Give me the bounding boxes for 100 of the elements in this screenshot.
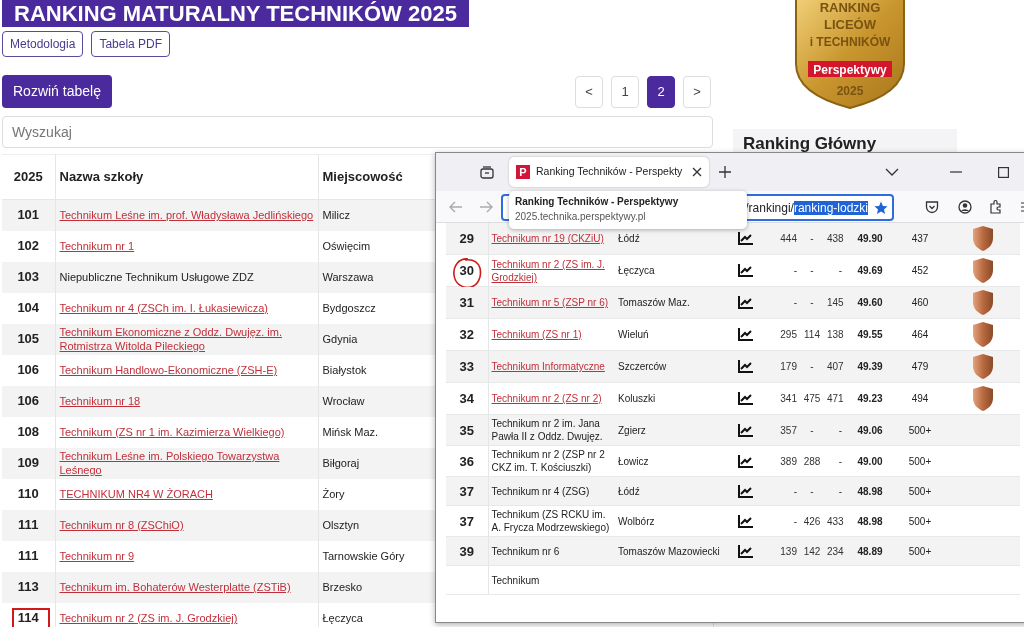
rank-number: 37 (459, 483, 474, 499)
school-name: Technikum nr 2 (ZSP nr 2 CKZ im. T. Kościuszki) (491, 449, 605, 473)
rank-value: 479 (911, 361, 929, 372)
score-value: 49.90 (857, 233, 883, 244)
stat-value: 433 (827, 515, 844, 527)
city-name: Żory (322, 488, 345, 500)
rank-number: 102 (17, 238, 40, 253)
school-name: Technikum nr 2 im. Jana Pawła II z Oddz. Dwujęz. (491, 418, 603, 442)
stat-value: - (793, 485, 797, 497)
stat-value: 288 (803, 455, 821, 467)
city-name: Milicz (322, 209, 350, 222)
city-name: Łęczyca (322, 612, 363, 624)
rank-number: 104 (17, 300, 40, 315)
rank-value: 500+ (908, 455, 932, 467)
score-value: 49.69 (857, 265, 883, 276)
tab-title: Ranking Techników - Perspekty (536, 164, 684, 180)
rank-number: 33 (459, 359, 474, 374)
panel-title: Ranking Główny (743, 133, 878, 155)
stat-value: - (810, 485, 814, 497)
stat-value: 341 (780, 393, 797, 404)
rank-number: 35 (459, 422, 474, 438)
city-name: Bydgoszcz (322, 302, 376, 314)
stat-value: - (810, 424, 814, 436)
rank-value: 500+ (908, 515, 932, 527)
page-title: RANKING MATURALNY TECHNIKÓW 2025 (2, 0, 469, 27)
city-name: Białystok (322, 364, 367, 376)
city-name: Łowicz (618, 455, 649, 467)
rank-number: 108 (17, 424, 40, 439)
city-name: Wieluń (618, 329, 649, 340)
city-name: Koluszki (618, 393, 656, 404)
stat-value: 145 (827, 297, 844, 308)
rank-number: 31 (459, 295, 474, 310)
favicon: P (516, 165, 530, 179)
rank-number: 32 (459, 327, 474, 342)
stat-value: 138 (827, 329, 844, 340)
rank-number: 114 (17, 610, 39, 625)
rank-number: 29 (459, 231, 474, 246)
rank-number: 30 (459, 263, 474, 278)
stat-value: - (838, 455, 842, 467)
rank-number: 101 (17, 207, 40, 223)
score-value: 49.60 (857, 297, 883, 308)
score-value: 48.98 (857, 485, 883, 497)
tooltip-url: 2025.technika.perspektywy.pl (515, 210, 647, 224)
rank-number: 111 (18, 517, 39, 532)
score-value: 48.98 (857, 515, 883, 527)
school-name: Niepubliczne Technikum Usługowe ZDZ (59, 271, 254, 283)
rank-number: 34 (459, 391, 474, 406)
stat-value: - (838, 485, 842, 497)
stat-value: 179 (780, 361, 797, 372)
score-value: 49.00 (857, 455, 883, 467)
rank-number: 37 (459, 513, 474, 529)
stat-value: 426 (803, 515, 821, 527)
rank-value: 437 (911, 233, 929, 244)
stat-value: 142 (803, 545, 821, 557)
rank-number: 39 (459, 543, 474, 559)
city-name: Gdynia (322, 333, 358, 345)
stat-value: - (810, 361, 814, 372)
stat-value: 295 (780, 329, 797, 340)
rank-number: 36 (459, 453, 474, 469)
stat-value: 407 (827, 361, 844, 372)
stat-value: - (810, 233, 814, 244)
stat-value: - (838, 265, 842, 276)
score-value: 48.89 (857, 545, 883, 557)
rank-value: 464 (911, 329, 929, 340)
rank-number: 113 (17, 579, 39, 594)
city-name: Wolbórz (618, 515, 655, 527)
city-name: Łęczyca (618, 265, 655, 276)
stat-value: - (810, 297, 814, 308)
city-name: Warszawa (322, 271, 374, 283)
rank-value: 500+ (908, 485, 932, 497)
stat-value: - (793, 515, 797, 527)
city-name: Wrocław (322, 395, 365, 407)
city-name: Oświęcim (322, 240, 371, 252)
rank-number: 103 (17, 269, 40, 284)
rank-number: 106 (17, 362, 40, 377)
stat-value: 475 (803, 393, 821, 404)
stat-value: - (793, 265, 797, 276)
stat-value: 471 (827, 393, 844, 404)
school-name: Technikum nr 4 (ZSG) (491, 485, 590, 497)
city-name: Zgierz (618, 424, 646, 436)
score-value: 49.06 (857, 424, 883, 436)
stat-value: - (838, 424, 842, 436)
school-name: Technikum (491, 574, 540, 586)
stat-value: 114 (804, 329, 820, 340)
city-name: Olsztyn (322, 519, 360, 531)
school-name: Technikum (ZS RCKU im. A. Frycza Modrzewskiego) (491, 509, 610, 533)
score-value: 49.23 (857, 393, 883, 404)
stat-value: 444 (780, 233, 797, 244)
tooltip-title: Ranking Techników - Perspektywy (515, 195, 680, 209)
rank-value: 452 (911, 265, 929, 276)
city-name: Łódź (618, 233, 640, 244)
city-name: Tomaszów Mazowiecki (618, 545, 720, 557)
school-name: Technikum nr 6 (491, 545, 560, 557)
city-name: Brzesko (322, 581, 363, 593)
rank-value: 494 (911, 393, 929, 404)
rank-number: 106 (17, 393, 40, 408)
stat-value: - (793, 297, 797, 308)
stat-value: 139 (780, 545, 797, 557)
rank-value: 500+ (908, 424, 932, 436)
rank-number: 105 (17, 331, 40, 346)
